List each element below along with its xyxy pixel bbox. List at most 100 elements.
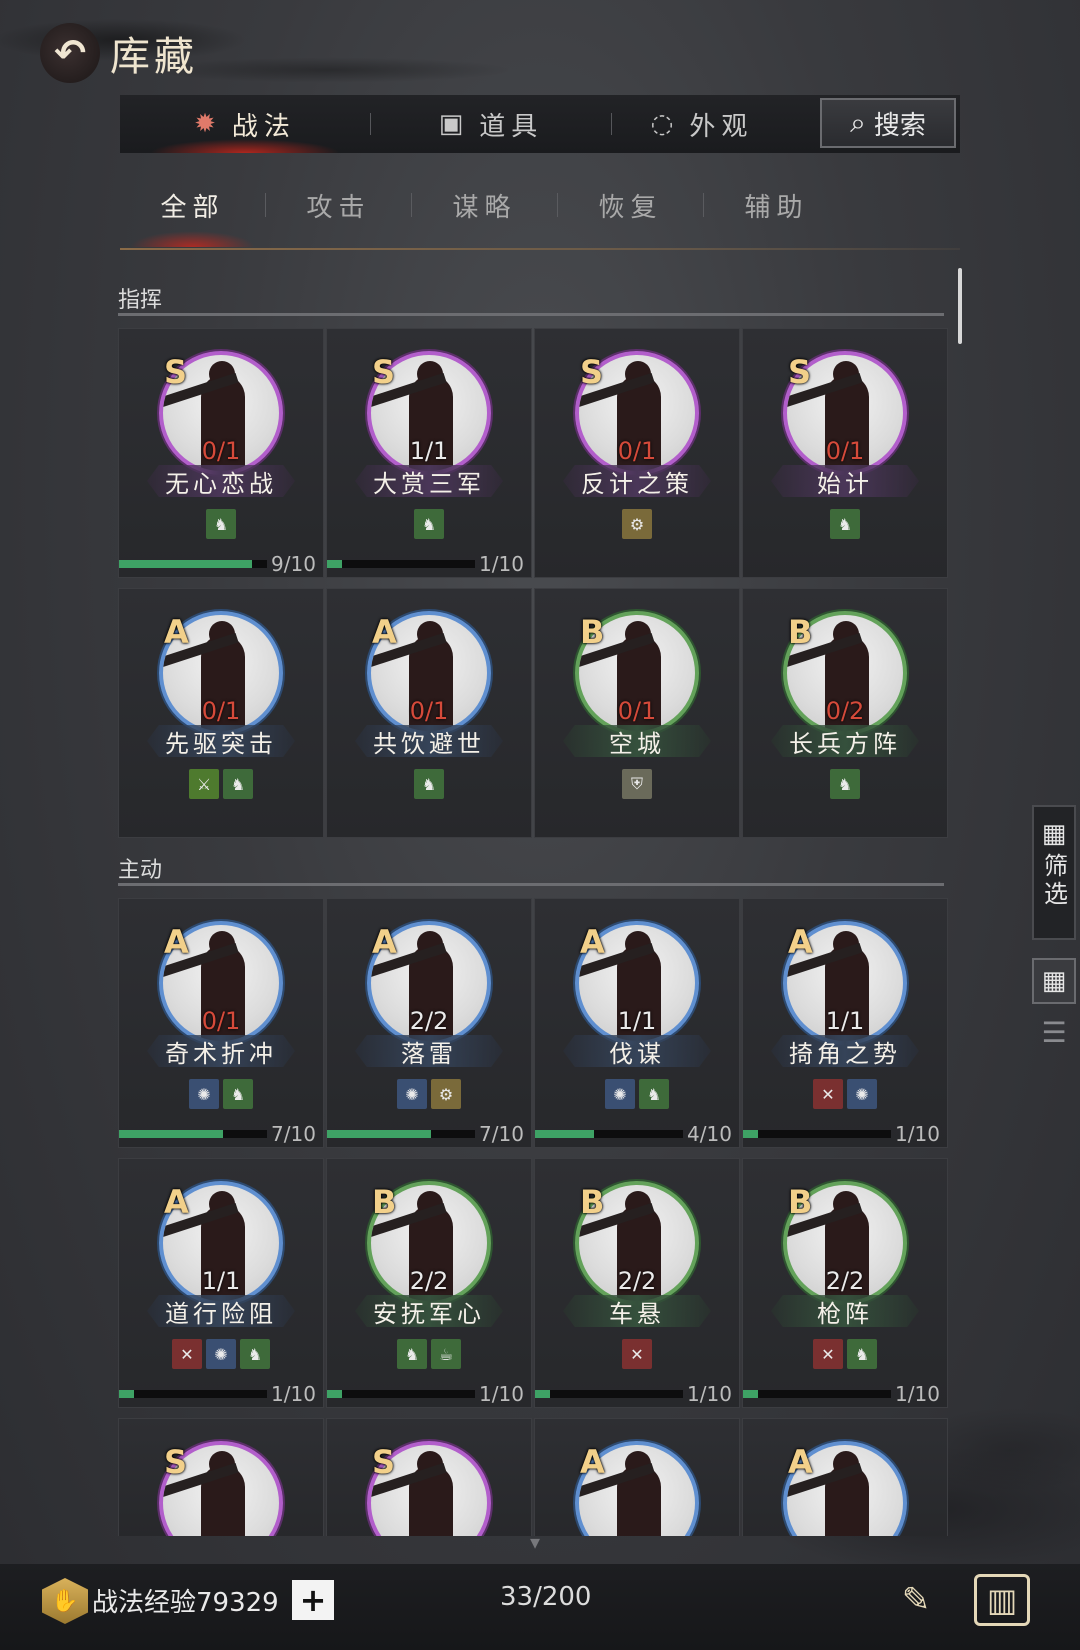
tactic-card[interactable]: S 0/1 无心恋战 ♞ 9/10 <box>118 328 324 578</box>
tactic-tags: ♞ <box>119 509 323 539</box>
back-arrow-icon[interactable]: ↶ <box>40 23 100 83</box>
owned-count: 0/1 <box>201 437 241 465</box>
tactic-name: 掎角之势 <box>771 1035 919 1067</box>
subtab-support[interactable]: 辅助 <box>704 187 849 224</box>
filter-button[interactable]: ▦ 筛选 <box>1032 805 1076 940</box>
heal-tag-icon: ☕ <box>431 1339 461 1369</box>
progress-fill <box>327 1130 431 1138</box>
cross-tag-icon: ✕ <box>622 1339 652 1369</box>
grade-badge: A <box>580 1443 605 1481</box>
owned-count: 0/1 <box>201 1007 241 1035</box>
add-exp-button[interactable]: + <box>292 1580 334 1620</box>
tactic-card[interactable]: S <box>118 1418 324 1536</box>
tactic-name: 先驱突击 <box>147 725 295 757</box>
troop-tag-icon: ♞ <box>223 769 253 799</box>
tactic-card[interactable]: A 0/1 奇术折冲 ✺ ♞ 7/10 <box>118 898 324 1148</box>
grade-badge: S <box>580 353 604 391</box>
ctrl-tag-icon: ⚙ <box>622 509 652 539</box>
tactic-card[interactable]: B 2/2 车悬 ✕ 1/10 <box>534 1158 740 1408</box>
search-button[interactable]: ⌕ 搜索 <box>820 98 956 148</box>
list-view-icon[interactable]: ☰ <box>1032 1012 1076 1052</box>
intel-tag-icon: ✺ <box>189 1079 219 1109</box>
owned-count: 0/1 <box>617 437 657 465</box>
grade-badge: B <box>788 1183 813 1221</box>
owned-count: 0/1 <box>409 697 449 725</box>
grade-badge: A <box>164 1183 189 1221</box>
tactic-card[interactable]: A <box>534 1418 740 1536</box>
subtab-recovery[interactable]: 恢复 <box>558 187 703 224</box>
tactic-card[interactable]: S 0/1 反计之策 ⚙ <box>534 328 740 578</box>
progress-text: 1/10 <box>479 1382 524 1406</box>
tactic-card[interactable]: B 0/1 空城 ⛨ <box>534 588 740 838</box>
tactic-card[interactable]: A 0/1 共饮避世 ♞ <box>326 588 532 838</box>
grade-badge: B <box>580 613 605 651</box>
tactic-card[interactable]: A 0/1 先驱突击 ⚔ ♞ <box>118 588 324 838</box>
progress-fill <box>535 1390 550 1398</box>
owned-count: 2/2 <box>617 1267 657 1295</box>
upgrade-progress: 1/10 <box>327 552 531 576</box>
tactic-name: 无心恋战 <box>147 465 295 497</box>
subtab-strategy[interactable]: 谋略 <box>412 187 557 224</box>
tactic-card[interactable]: A <box>742 1418 948 1536</box>
tactic-tags: ✕ ✺ <box>743 1079 947 1109</box>
tactic-tags: ✺ ♞ <box>119 1079 323 1109</box>
troop-tag-icon: ♞ <box>847 1339 877 1369</box>
scrollbar[interactable] <box>958 268 962 344</box>
progress-text: 1/10 <box>895 1382 940 1406</box>
owned-count: 0/1 <box>201 697 241 725</box>
progress-text: 7/10 <box>271 1122 316 1146</box>
grade-badge: A <box>372 613 397 651</box>
tactic-tags: ✺ ♞ <box>535 1079 739 1109</box>
troop-tag-icon: ♞ <box>240 1339 270 1369</box>
tactic-card[interactable]: S <box>326 1418 532 1536</box>
tactic-card[interactable]: B 2/2 安抚军心 ♞ ☕ 1/10 <box>326 1158 532 1408</box>
tactic-card[interactable]: A 1/1 掎角之势 ✕ ✺ 1/10 <box>742 898 948 1148</box>
cross-tag-icon: ✕ <box>172 1339 202 1369</box>
scroll-icon: ✹ <box>194 109 222 139</box>
grade-badge: S <box>164 353 188 391</box>
tactic-name: 落雷 <box>355 1035 503 1067</box>
progress-fill <box>119 1390 134 1398</box>
subtab-all[interactable]: 全部 <box>120 187 265 247</box>
tactic-card[interactable]: B 2/2 枪阵 ✕ ♞ 1/10 <box>742 1158 948 1408</box>
tactic-name: 反计之策 <box>563 465 711 497</box>
tab-label: 道具 <box>479 111 544 142</box>
ctrl-tag-icon: ⚙ <box>431 1079 461 1109</box>
intel-tag-icon: ✺ <box>397 1079 427 1109</box>
main-tab-bar: ✹ 战法 ▣ 道具 ◌ 外观 ⌕ 搜索 <box>120 95 960 153</box>
upgrade-progress: 7/10 <box>327 1122 531 1146</box>
tab-items[interactable]: ▣ 道具 <box>371 95 611 153</box>
tactic-card[interactable]: S 1/1 大赏三军 ♞ 1/10 <box>326 328 532 578</box>
tactic-name: 安抚军心 <box>355 1295 503 1327</box>
progress-fill <box>327 1390 342 1398</box>
owned-count: 1/1 <box>409 437 449 465</box>
owned-count: 1/1 <box>201 1267 241 1295</box>
troop-tag-icon: ♞ <box>414 769 444 799</box>
tab-appearance[interactable]: ◌ 外观 <box>612 95 792 153</box>
tactic-card[interactable]: S 0/1 始计 ♞ <box>742 328 948 578</box>
progress-bar <box>119 1130 267 1138</box>
tactic-card[interactable]: A 2/2 落雷 ✺ ⚙ 7/10 <box>326 898 532 1148</box>
owned-count: 1/1 <box>825 1007 865 1035</box>
progress-fill <box>119 560 253 568</box>
header: ↶ 库藏 <box>40 18 198 88</box>
book-quill-icon[interactable]: ✎ <box>890 1574 942 1626</box>
intel-tag-icon: ✺ <box>605 1079 635 1109</box>
owned-count: 2/2 <box>409 1007 449 1035</box>
grid-view-icon[interactable]: ▦ <box>1032 958 1076 1004</box>
progress-text: 1/10 <box>479 552 524 576</box>
tab-tactics[interactable]: ✹ 战法 <box>120 95 370 153</box>
progress-bar <box>327 1130 475 1138</box>
tactic-name: 道行险阻 <box>147 1295 295 1327</box>
tactic-card[interactable]: A 1/1 伐谋 ✺ ♞ 4/10 <box>534 898 740 1148</box>
tactics-list[interactable]: 指挥 S 0/1 无心恋战 ♞ 9/10 S 1/1 大赏三军 ♞ 1/10 S 0/1 反计之策 ⚙ S 0/… <box>118 268 964 1536</box>
scroll-case-icon[interactable]: ▥ <box>974 1574 1030 1626</box>
progress-bar <box>743 1390 891 1398</box>
upgrade-progress: 1/10 <box>535 1382 739 1406</box>
tactic-card[interactable]: B 0/2 长兵方阵 ♞ <box>742 588 948 838</box>
tactic-card[interactable]: A 1/1 道行险阻 ✕ ✺ ♞ 1/10 <box>118 1158 324 1408</box>
subtab-attack[interactable]: 攻击 <box>266 187 411 224</box>
tactic-tags: ⚔ ♞ <box>119 769 323 799</box>
cross-tag-icon: ✕ <box>813 1079 843 1109</box>
upgrade-progress: 4/10 <box>535 1122 739 1146</box>
